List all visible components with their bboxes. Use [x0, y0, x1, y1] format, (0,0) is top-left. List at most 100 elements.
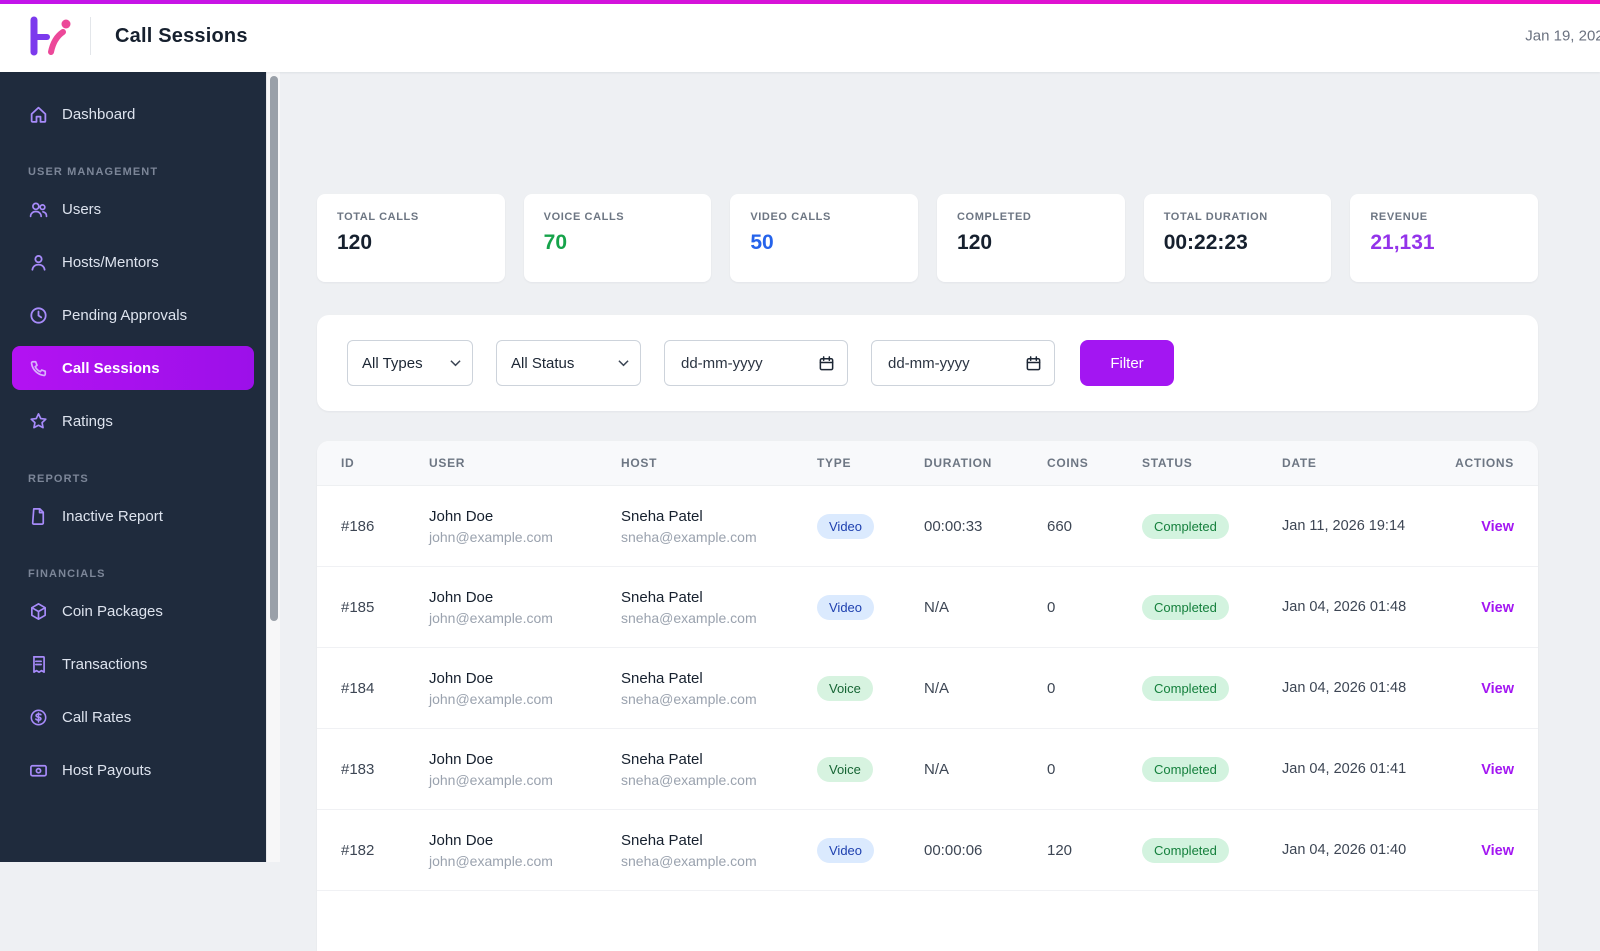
- host-cell: Sneha Patel sneha@example.com: [621, 751, 817, 788]
- sidebar-item-label: Coin Packages: [62, 602, 163, 620]
- stat-label: VOICE CALLS: [543, 211, 625, 223]
- sidebar-nav: Dashboard USER MANAGEMENT Users Hosts/Me…: [0, 92, 266, 792]
- package-icon: [28, 601, 48, 621]
- sidebar-item-inactive-report[interactable]: Inactive Report: [12, 494, 254, 538]
- table-row: #182 John Doe john@example.com Sneha Patel s…: [317, 810, 1538, 891]
- coins-cell: 660: [1047, 517, 1073, 535]
- stat-label: REVENUE: [1370, 211, 1428, 223]
- sidebar-item-ratings[interactable]: Ratings: [12, 399, 254, 443]
- status-cell: Completed: [1142, 837, 1282, 863]
- report-icon: [28, 506, 48, 526]
- col-header-coins: COINS: [1047, 456, 1089, 470]
- calendar-icon[interactable]: [818, 355, 835, 372]
- stat-card-video-calls: VIDEO CALLS 50: [730, 194, 919, 282]
- stat-card-total-calls: TOTAL CALLS 120: [317, 194, 505, 282]
- status-cell: Completed: [1142, 594, 1282, 620]
- sidebar-item-users[interactable]: Users: [12, 187, 254, 231]
- date-from-field: [664, 340, 848, 386]
- col-header-duration: DURATION: [924, 456, 993, 470]
- main-content: TOTAL CALLS 120 VOICE CALLS 70 VIDEO CAL…: [280, 72, 1600, 951]
- status-filter-select[interactable]: All Status: [496, 340, 641, 386]
- sidebar-item-transactions[interactable]: Transactions: [12, 642, 254, 686]
- type-filter-select[interactable]: All Types: [347, 340, 473, 386]
- sidebar-item-label: Inactive Report: [62, 507, 163, 525]
- col-header-type: TYPE: [817, 456, 852, 470]
- app-logo[interactable]: [26, 16, 72, 56]
- sidebar-item-label: Call Sessions: [62, 359, 160, 377]
- view-link[interactable]: View: [1481, 519, 1514, 535]
- date-cell: Jan 11, 2026 19:14: [1282, 518, 1406, 534]
- sidebar-scrollbar[interactable]: [266, 72, 280, 862]
- sidebar-section-reports: REPORTS: [28, 473, 89, 485]
- sidebar-item-label: Pending Approvals: [62, 306, 188, 324]
- user-name: John Doe: [429, 750, 494, 768]
- star-icon: [28, 411, 48, 431]
- stat-label: TOTAL DURATION: [1163, 211, 1268, 223]
- calendar-icon[interactable]: [1025, 355, 1042, 372]
- sidebar-item-pending-approvals[interactable]: Pending Approvals: [12, 293, 254, 337]
- actions-cell: View: [1424, 599, 1514, 616]
- view-link[interactable]: View: [1481, 843, 1514, 859]
- user-cell: John Doe john@example.com: [429, 751, 621, 788]
- date-to-input[interactable]: [886, 353, 1025, 373]
- scrollbar-thumb[interactable]: [270, 76, 278, 621]
- sidebar-section-user-management: USER MANAGEMENT: [28, 166, 159, 178]
- date-to-field: [871, 340, 1055, 386]
- sidebar-item-call-sessions[interactable]: Call Sessions: [12, 346, 254, 390]
- stat-label: VIDEO CALLS: [750, 211, 831, 223]
- sidebar-item-label: Users: [62, 200, 102, 218]
- host-email: sneha@example.com: [621, 852, 757, 869]
- call-type-badge: Video: [817, 513, 875, 539]
- stat-value: 50: [750, 231, 774, 254]
- receipt-icon: [28, 654, 48, 674]
- page-title: Call Sessions: [115, 24, 248, 47]
- sidebar-item-label: Ratings: [62, 412, 113, 430]
- view-link[interactable]: View: [1481, 681, 1514, 697]
- stat-value: 120: [337, 231, 373, 254]
- host-email: sneha@example.com: [621, 528, 757, 545]
- host-cell: Sneha Patel sneha@example.com: [621, 670, 817, 707]
- stat-card-revenue: REVENUE 21,131: [1350, 194, 1539, 282]
- coins-cell: 0: [1047, 679, 1056, 697]
- user-email: john@example.com: [429, 528, 553, 545]
- sidebar-item-dashboard[interactable]: Dashboard: [12, 92, 254, 136]
- view-link[interactable]: View: [1481, 762, 1514, 778]
- stat-card-completed: COMPLETED 120: [937, 194, 1125, 282]
- status-badge: Completed: [1142, 513, 1229, 539]
- type-cell: Video: [817, 837, 924, 863]
- filter-button[interactable]: Filter: [1080, 340, 1174, 386]
- sidebar-item-coin-packages[interactable]: Coin Packages: [12, 589, 254, 633]
- call-type-badge: Video: [817, 837, 875, 863]
- stats-row: TOTAL CALLS 120 VOICE CALLS 70 VIDEO CAL…: [317, 194, 1539, 282]
- status-cell: Completed: [1142, 756, 1282, 782]
- host-name: Sneha Patel: [621, 507, 703, 525]
- sidebar-item-call-rates[interactable]: Call Rates: [12, 695, 254, 739]
- duration-cell: 00:00:06: [924, 841, 983, 859]
- user-name: John Doe: [429, 669, 494, 687]
- call-type-badge: Voice: [817, 675, 873, 701]
- host-name: Sneha Patel: [621, 831, 703, 849]
- table-row: #186 John Doe john@example.com Sneha Patel s…: [317, 486, 1538, 567]
- sidebar-item-host-payouts[interactable]: Host Payouts: [12, 748, 254, 792]
- sidebar-item-hosts-mentors[interactable]: Hosts/Mentors: [12, 240, 254, 284]
- user-cell: John Doe john@example.com: [429, 670, 621, 707]
- sidebar-item-label: Hosts/Mentors: [62, 253, 159, 271]
- view-link[interactable]: View: [1481, 600, 1514, 616]
- host-name: Sneha Patel: [621, 588, 703, 606]
- status-badge: Completed: [1142, 594, 1229, 620]
- type-filter: All Types: [347, 340, 473, 386]
- home-icon: [28, 104, 48, 124]
- status-badge: Completed: [1142, 837, 1229, 863]
- coins-cell: 0: [1047, 598, 1056, 616]
- type-cell: Voice: [817, 675, 924, 701]
- date-from-input[interactable]: [679, 353, 818, 373]
- stat-label: COMPLETED: [957, 211, 1032, 223]
- header-date: Jan 19, 2026: [1525, 27, 1600, 45]
- sessions-table: ID USER HOST TYPE DURATION COINS STATUS …: [317, 441, 1538, 951]
- stat-value: 21,131: [1370, 231, 1435, 254]
- person-icon: [28, 252, 48, 272]
- payout-icon: [28, 760, 48, 780]
- date-cell: Jan 04, 2026 01:41: [1282, 761, 1407, 777]
- user-email: john@example.com: [429, 852, 553, 869]
- date-cell: Jan 04, 2026 01:48: [1282, 680, 1407, 696]
